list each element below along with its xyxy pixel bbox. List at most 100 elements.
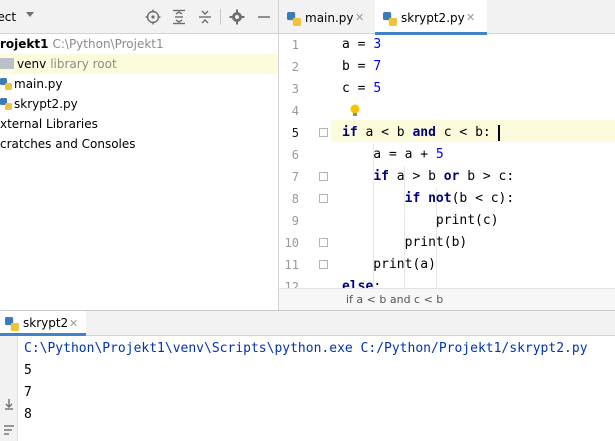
tree-item-scratches[interactable]: cratches and Consoles <box>0 134 278 154</box>
line-number[interactable]: 7 <box>279 166 299 188</box>
line-number[interactable]: 5 <box>279 122 299 144</box>
line-number[interactable]: 2 <box>279 56 299 78</box>
tree-item-label: rojekt1 <box>0 37 49 51</box>
code-line[interactable]: if a > b or b > c: <box>342 166 615 188</box>
code-line[interactable]: print(a) <box>342 254 615 276</box>
fold-icon[interactable] <box>319 128 328 137</box>
line-number[interactable]: 8 <box>279 188 299 210</box>
code-editor[interactable]: a = 3b = 7c = 5 if a < b and c < b: a = a… <box>331 34 615 288</box>
code-line[interactable] <box>342 100 615 122</box>
python-file-icon <box>0 78 12 90</box>
python-file-icon <box>0 98 12 110</box>
project-view-title[interactable]: ject <box>0 10 16 24</box>
run-tool-window-header: skrypt2 ✕ <box>0 310 615 336</box>
soft-wrap-icon[interactable] <box>3 424 15 436</box>
text-caret <box>498 125 500 141</box>
console-output-line: 8 <box>24 407 32 422</box>
code-token: print(c) <box>342 213 499 228</box>
tree-item-project-root[interactable]: rojekt1 C:\Python\Projekt1 <box>0 34 278 54</box>
fold-icon[interactable] <box>319 238 328 247</box>
code-token: print(a) <box>342 257 436 272</box>
line-number[interactable]: 9 <box>279 210 299 232</box>
expand-all-icon[interactable] <box>171 9 187 25</box>
tree-item-label: skrypt2.py <box>14 97 78 111</box>
folder-icon <box>0 58 14 69</box>
breadcrumb-item[interactable]: if a < b and c < b <box>346 293 443 306</box>
code-line[interactable]: if a < b and c < b: <box>342 122 615 144</box>
code-line[interactable]: a = a + 5 <box>342 144 615 166</box>
close-icon[interactable]: ✕ <box>69 317 78 330</box>
tree-item-venv[interactable]: venv library root <box>0 54 278 74</box>
number-token: 3 <box>373 37 382 52</box>
tab-skrypt2-py[interactable]: skrypt2.py ✕ <box>375 0 487 35</box>
tree-item-label: xternal Libraries <box>0 117 98 131</box>
tab-label: skrypt2.py <box>401 11 465 25</box>
line-number[interactable]: 12 <box>279 276 299 288</box>
tree-item-external-libraries[interactable]: xternal Libraries <box>0 114 278 134</box>
code-token: c = <box>342 81 374 96</box>
collapse-all-icon[interactable] <box>197 9 213 25</box>
tree-item-tag: library root <box>50 57 117 71</box>
minimize-icon[interactable] <box>256 9 272 25</box>
tab-main-py[interactable]: main.py ✕ <box>279 0 375 34</box>
python-file-icon <box>383 12 397 26</box>
tree-item-label: cratches and Consoles <box>0 137 136 151</box>
keyword-token: not <box>428 191 452 206</box>
line-number[interactable]: 11 <box>279 254 299 276</box>
run-panel: skrypt2 ✕ C:\Python\Projekt1\venv\Script… <box>0 310 615 441</box>
line-number[interactable]: 6 <box>279 144 299 166</box>
code-line[interactable]: b = 7 <box>342 56 615 78</box>
code-token: (b < c): <box>451 191 515 206</box>
console-command-line: C:\Python\Projekt1\venv\Scripts\python.e… <box>24 341 588 356</box>
run-toolbar <box>0 336 18 441</box>
code-line[interactable]: a = 3 <box>342 34 615 56</box>
code-line[interactable]: print(b) <box>342 232 615 254</box>
tree-item-skrypt2-py[interactable]: skrypt2.py <box>0 94 278 114</box>
toolbar-separator <box>220 9 221 25</box>
fold-icon[interactable] <box>319 194 328 203</box>
code-line[interactable]: c = 5 <box>342 78 615 100</box>
close-icon[interactable]: ✕ <box>466 12 475 24</box>
tree-item-label: main.py <box>14 77 63 91</box>
line-number[interactable]: 3 <box>279 78 299 100</box>
settings-icon[interactable] <box>229 9 245 25</box>
breadcrumb: if a < b and c < b <box>279 288 615 310</box>
tab-label: main.py <box>305 11 354 25</box>
fold-icon[interactable] <box>319 260 328 269</box>
line-number[interactable]: 10 <box>279 232 299 254</box>
console-output-line: 5 <box>24 363 32 378</box>
line-number[interactable]: 1 <box>279 34 299 56</box>
editor-gutter[interactable]: 1 2 3 4 5 6 7 8 9 10 11 12 <box>279 34 331 288</box>
tree-item-path: C:\Python\Projekt1 <box>52 37 164 51</box>
tree-item-label: venv <box>17 57 47 71</box>
code-token: a < b <box>357 125 413 140</box>
code-token: b = <box>342 59 374 74</box>
code-line[interactable]: print(c) <box>342 210 615 232</box>
close-icon[interactable]: ✕ <box>355 12 364 24</box>
number-token: 5 <box>435 147 444 162</box>
python-run-icon <box>5 317 19 331</box>
project-panel: ject <box>0 0 278 310</box>
code-line[interactable]: if not(b < c): <box>342 188 615 210</box>
lightbulb-icon[interactable] <box>349 104 361 118</box>
code-line[interactable]: else: <box>342 276 615 288</box>
keyword-token: or <box>443 169 460 184</box>
scroll-to-end-icon[interactable] <box>3 398 15 410</box>
locate-icon[interactable] <box>145 9 161 25</box>
number-token: 5 <box>373 81 382 96</box>
keyword-token: if <box>342 125 358 140</box>
fold-icon[interactable] <box>319 172 328 181</box>
keyword-token: if <box>404 191 421 206</box>
code-token: a = a + <box>342 147 436 162</box>
caret-down-icon[interactable] <box>26 12 34 17</box>
keyword-token: else <box>342 279 374 288</box>
keyword-token: and <box>412 125 436 140</box>
run-tab-skrypt2[interactable]: skrypt2 ✕ <box>0 311 86 336</box>
tree-item-main-py[interactable]: main.py <box>0 74 278 94</box>
line-number[interactable]: 4 <box>279 100 299 122</box>
console-output-line: 7 <box>24 385 32 400</box>
code-token: a = <box>342 37 374 52</box>
